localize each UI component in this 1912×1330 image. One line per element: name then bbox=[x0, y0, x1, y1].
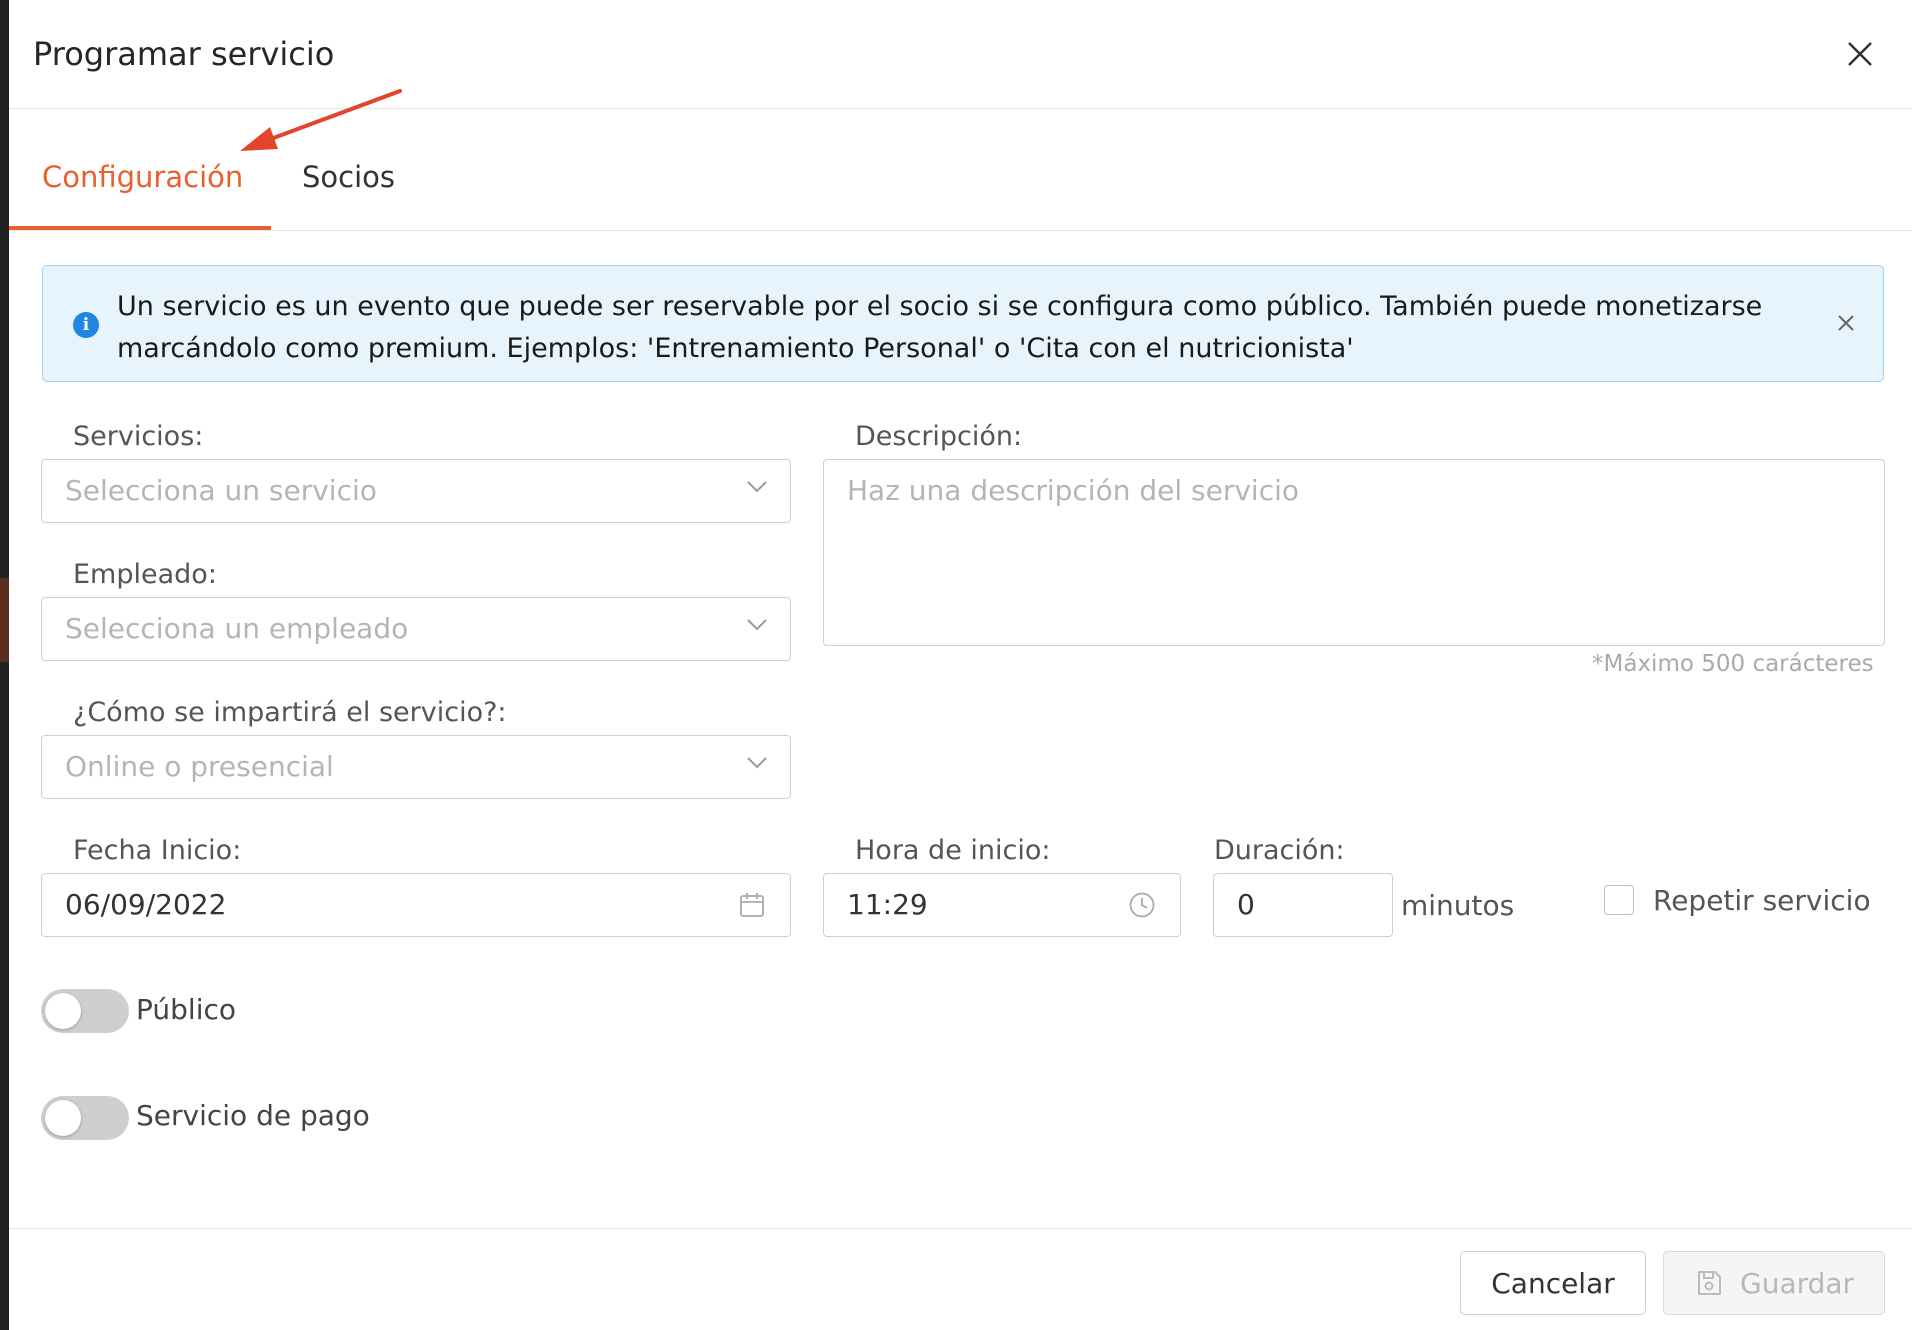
hora-inicio-input[interactable]: 11:29 bbox=[823, 873, 1181, 937]
descripcion-placeholder: Haz una descripción del servicio bbox=[847, 474, 1300, 507]
empleado-select[interactable]: Selecciona un empleado bbox=[41, 597, 791, 661]
cancel-button[interactable]: Cancelar bbox=[1460, 1251, 1646, 1315]
hora-inicio-label: Hora de inicio: bbox=[855, 835, 1051, 866]
servicios-label: Servicios: bbox=[73, 421, 204, 452]
duracion-label: Duración: bbox=[1214, 835, 1345, 866]
clock-icon[interactable] bbox=[1128, 891, 1156, 919]
empleado-label: Empleado: bbox=[73, 559, 217, 590]
fecha-inicio-input[interactable]: 06/09/2022 bbox=[41, 873, 791, 937]
chevron-down-icon bbox=[747, 481, 767, 493]
dialog-title: Programar servicio bbox=[33, 35, 335, 73]
fecha-inicio-label: Fecha Inicio: bbox=[73, 835, 242, 866]
info-icon: i bbox=[73, 312, 99, 338]
footer-divider bbox=[9, 1228, 1912, 1229]
toggle-knob bbox=[45, 1100, 81, 1136]
calendar-icon[interactable] bbox=[738, 891, 766, 919]
fecha-inicio-value: 06/09/2022 bbox=[65, 888, 227, 921]
background-edge bbox=[0, 0, 9, 1330]
duracion-value: 0 bbox=[1237, 888, 1255, 921]
publico-label: Público bbox=[136, 993, 236, 1026]
cancel-button-label: Cancelar bbox=[1491, 1267, 1615, 1300]
tab-socios[interactable]: Socios bbox=[302, 160, 395, 194]
close-icon[interactable] bbox=[1840, 34, 1880, 74]
toggle-knob bbox=[45, 993, 81, 1029]
save-icon bbox=[1698, 1271, 1721, 1295]
active-tab-indicator bbox=[9, 226, 271, 230]
servicios-select[interactable]: Selecciona un servicio bbox=[41, 459, 791, 523]
hora-inicio-value: 11:29 bbox=[847, 888, 928, 921]
modalidad-select[interactable]: Online o presencial bbox=[41, 735, 791, 799]
chevron-down-icon bbox=[747, 757, 767, 769]
duracion-unit: minutos bbox=[1401, 889, 1515, 922]
pago-toggle[interactable] bbox=[41, 1096, 129, 1140]
modalidad-label: ¿Cómo se impartirá el servicio?: bbox=[73, 697, 507, 728]
repetir-checkbox[interactable] bbox=[1604, 885, 1634, 915]
modalidad-placeholder: Online o presencial bbox=[65, 750, 334, 783]
servicios-placeholder: Selecciona un servicio bbox=[65, 474, 377, 507]
pago-label: Servicio de pago bbox=[136, 1099, 370, 1132]
publico-toggle[interactable] bbox=[41, 989, 129, 1033]
empleado-placeholder: Selecciona un empleado bbox=[65, 612, 409, 645]
repetir-label[interactable]: Repetir servicio bbox=[1653, 884, 1871, 917]
tab-bar bbox=[9, 108, 1912, 231]
descripcion-label: Descripción: bbox=[855, 421, 1023, 452]
descripcion-textarea[interactable]: Haz una descripción del servicio bbox=[823, 459, 1885, 646]
alert-close-icon[interactable] bbox=[1831, 308, 1861, 338]
chevron-down-icon bbox=[747, 619, 767, 631]
background-edge-accent bbox=[0, 578, 9, 662]
char-counter: *Máximo 500 carácteres bbox=[1592, 651, 1874, 677]
alert-text: Un servicio es un evento que puede ser r… bbox=[117, 291, 1763, 364]
tab-configuracion[interactable]: Configuración bbox=[42, 160, 243, 194]
info-alert: i Un servicio es un evento que puede ser… bbox=[42, 265, 1884, 382]
duracion-input[interactable]: 0 bbox=[1213, 873, 1393, 937]
save-button[interactable]: Guardar bbox=[1663, 1251, 1885, 1315]
save-button-label: Guardar bbox=[1740, 1267, 1855, 1300]
